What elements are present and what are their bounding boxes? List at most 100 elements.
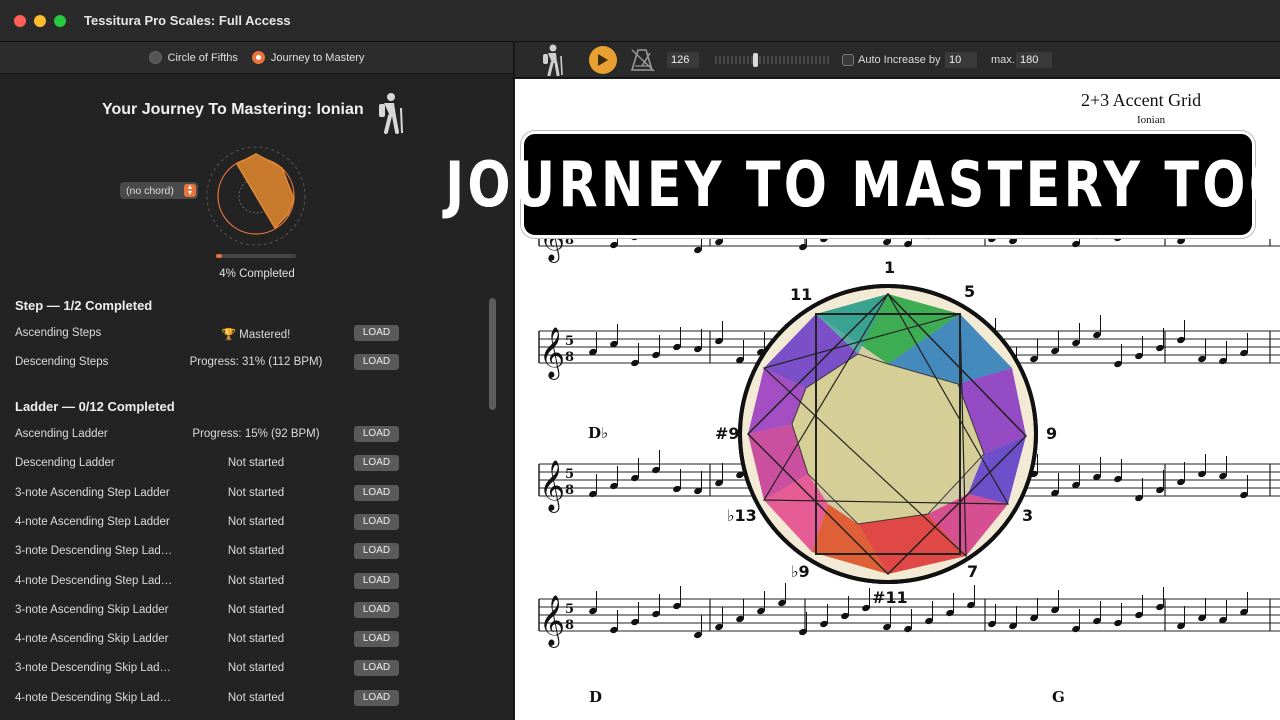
hiker-icon [379,93,403,134]
exercise-status: Not started [227,603,285,616]
load-button[interactable]: LOAD [354,484,399,501]
completed-label: 4% Completed [219,268,295,280]
exercise-status: Not started [227,457,285,470]
exercise-row: 3-note Ascending Step Ladder Not started L… [15,484,405,504]
exercise-name: 4-note Descending Step Lad… [15,574,173,587]
wheel-label: #11 [872,588,908,607]
svg-text:8: 8 [565,618,574,633]
tempo-field[interactable]: 126 [667,52,699,68]
auto-increase-label: Auto Increase by [858,54,941,66]
svg-text:8: 8 [565,483,574,498]
auto-increase-checkbox[interactable] [842,54,854,66]
wheel-label: #9 [715,424,740,443]
svg-text:𝄞: 𝄞 [539,595,565,648]
exercise-row: 4-note Ascending Step Ladder Not started L… [15,513,405,533]
exercise-status: Not started [227,691,285,704]
svg-text:𝄞: 𝄞 [539,460,565,513]
mode-journey-label: Journey to Mastery [270,51,365,64]
exercise-name: Descending Ladder [15,457,115,470]
exercise-name: 3-note Ascending Skip Ladder [15,603,169,616]
exercise-name: 3-note Descending Skip Lad… [15,662,171,675]
exercise-row: Ascending Ladder Progress: 15% (92 BPM) LO… [15,425,405,445]
wheel-label: 7 [967,562,979,581]
chord-symbol: G [1052,688,1065,706]
exercise-row: 4-note Ascending Skip Ladder Not started L… [15,630,405,650]
title-bar: Tessitura Pro Scales: Full Access [0,0,1280,42]
load-button[interactable]: LOAD [354,601,399,618]
zoom-window-button[interactable] [54,14,66,27]
wheel-label: 11 [790,285,813,304]
load-button[interactable]: LOAD [354,426,399,442]
minimize-window-button[interactable] [34,14,46,27]
window-title: Tessitura Pro Scales: Full Access [84,13,291,28]
svg-text:5: 5 [565,602,574,617]
wheel-label: 3 [1022,506,1034,525]
wheel-label: ♭13 [727,506,757,525]
tempo-slider-thumb [753,53,758,67]
play-button[interactable] [589,46,617,74]
exercise-name: 3-note Ascending Step Ladder [15,486,170,499]
load-button[interactable]: LOAD [354,354,399,371]
exercise-row: 3-note Ascending Skip Ladder Not started L… [15,601,405,621]
svg-text:𝄞: 𝄞 [539,327,565,380]
exercise-row: 4-note Descending Step Lad… Not started LO… [15,572,405,592]
exercise-name: Ascending Ladder [15,428,108,440]
radio-circle-of-fifths[interactable] [148,51,162,64]
window-controls [14,14,66,27]
load-button[interactable]: LOAD [354,455,399,472]
svg-text:8: 8 [565,350,574,365]
auto-increase-field[interactable]: 10 [945,52,977,68]
load-button[interactable]: LOAD [354,572,399,589]
mode-circle-of-fifths[interactable]: Circle of Fifths [148,51,238,64]
exercise-row: Ascending Steps 🏆 Mastered! LOAD [15,324,405,344]
step-section-heading: Step — 1/2 Completed [15,298,153,313]
load-button[interactable]: LOAD [354,689,399,706]
ladder-section-heading: Ladder — 0/12 Completed [15,399,175,414]
load-button[interactable]: LOAD [354,325,399,341]
mode-journey-to-mastery[interactable]: Journey to Mastery [251,51,365,64]
load-button[interactable]: LOAD [354,631,399,648]
exercise-row: 4-note Descending Skip Lad… Not started LO… [15,689,405,709]
chord-symbol: D♭ [588,424,609,442]
exercise-name: 4-note Ascending Step Ladder [15,515,170,528]
sidebar-scrollbar[interactable] [489,298,496,410]
exercise-row: Descending Ladder Not started LOAD [15,454,405,474]
tempo-slider[interactable] [714,53,830,67]
exercise-name: 4-note Ascending Skip Ladder [15,633,169,646]
radio-journey-to-mastery[interactable] [251,51,265,64]
svg-text:5: 5 [565,467,574,482]
wheel-label: 5 [964,282,976,301]
max-tempo-field[interactable]: 180 [1016,52,1052,68]
max-label: max. [991,54,1015,66]
exercise-name: Ascending Steps [15,327,102,339]
exercise-status: Progress: 15% (92 BPM) [192,428,320,440]
load-button[interactable]: LOAD [354,513,399,530]
close-window-button[interactable] [14,14,26,27]
journey-title: Your Journey To Mastering: Ionian [102,101,364,118]
svg-text:5: 5 [565,334,574,349]
exercise-row: 3-note Descending Step Lad… Not started LO… [15,542,405,562]
banner-text: JOURNEY TO MASTERY TOOL [445,148,1280,221]
wheel-label: 1 [884,258,896,277]
load-button[interactable]: LOAD [354,543,399,560]
exercise-status: Not started [227,633,285,646]
chord-select-value: (no chord) [126,184,174,197]
interval-wheel [738,284,1038,584]
chord-select[interactable]: (no chord) ▴ ▾ [120,182,198,199]
journey-progress-bar [216,254,296,258]
exercise-status: Not started [227,545,285,558]
exercise-name: 3-note Descending Step Lad… [15,545,173,558]
progress-wheel [206,146,306,246]
load-button[interactable]: LOAD [354,660,399,677]
wheel-label: ♭9 [791,562,810,581]
mode-selector: Circle of Fifths Journey to Mastery [0,42,513,74]
exercise-status: Not started [227,486,285,499]
exercise-name: Descending Steps [15,356,109,369]
metronome-icon[interactable] [630,48,656,72]
hiker-icon[interactable] [541,44,565,76]
sidebar: Circle of Fifths Journey to Mastery Your… [0,42,514,720]
exercise-row: 3-note Descending Skip Lad… Not started LO… [15,659,405,679]
title-banner: JOURNEY TO MASTERY TOOL [445,131,1280,238]
playback-toolbar: 126 Auto Increase by 10 max. 180 [515,42,1280,78]
exercise-row: Descending Steps Progress: 31% (112 BPM) L… [15,353,405,373]
